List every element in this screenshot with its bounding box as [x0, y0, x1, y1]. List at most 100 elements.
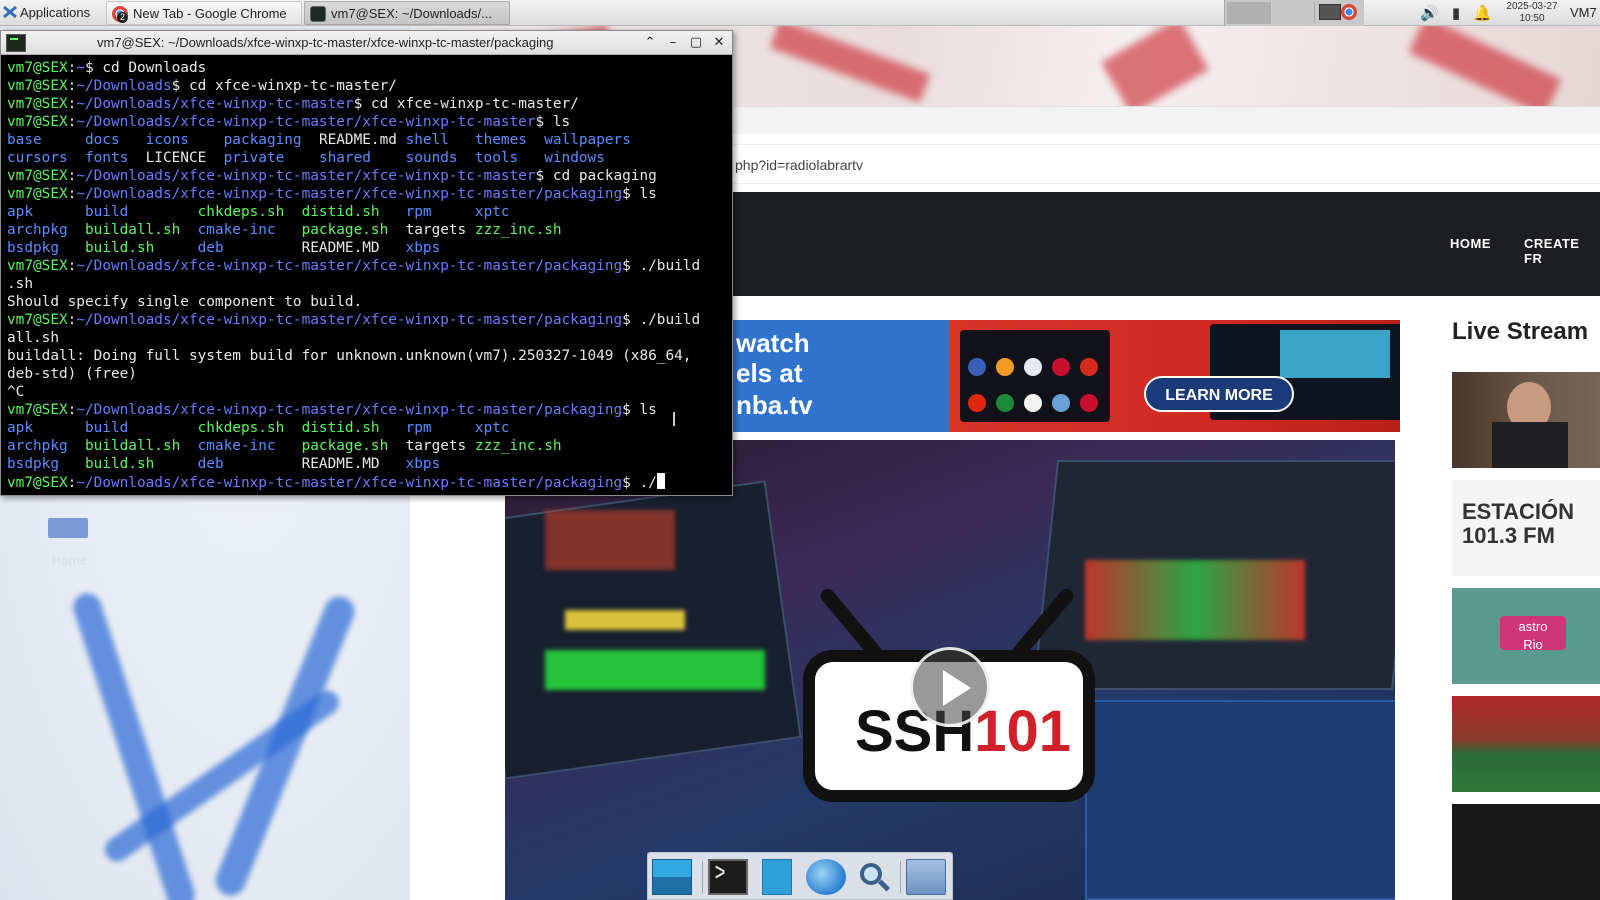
web-browser-icon[interactable] — [806, 859, 846, 895]
terminal-line: all.sh — [7, 329, 729, 347]
folder-icon[interactable] — [906, 859, 946, 895]
applications-label[interactable]: Applications — [20, 0, 90, 26]
terminal-line: Should specify single component to build… — [7, 293, 729, 311]
ls-entry: package.sh — [301, 222, 389, 238]
ls-entry: README.md — [318, 132, 397, 148]
ls-entry: xptc — [474, 204, 510, 220]
ls-gap — [128, 204, 197, 220]
prompt-user: vm7@SEX — [7, 402, 68, 418]
ls-entry: README.MD — [301, 240, 380, 256]
prompt-command: ./ — [639, 475, 657, 491]
xfce-mouse-icon — [3, 5, 17, 19]
prompt-command: cd Downloads — [102, 60, 207, 76]
ls-gap — [284, 150, 319, 166]
stream-thumb-2[interactable]: ESTACIÓN 101.3 FM — [1452, 480, 1600, 576]
command-output: Should specify single component to build… — [7, 294, 363, 310]
terminal-line: vm7@SEX:~/Downloads/xfce-winxp-tc-master… — [7, 113, 729, 131]
ls-gap — [432, 420, 475, 436]
terminal-launcher-icon[interactable] — [708, 859, 748, 895]
user-menu[interactable]: VM7 — [1570, 0, 1597, 26]
terminal-titlebar[interactable]: vm7@SEX: ~/Downloads/xfce-winxp-tc-maste… — [1, 31, 732, 55]
terminal-window-icon[interactable] — [6, 34, 26, 52]
ls-entry: icons — [145, 132, 189, 148]
terminal-output[interactable]: vm7@SEX:~$ cd Downloads vm7@SEX:~/Downloa… — [7, 59, 729, 491]
ls-gap — [59, 240, 85, 256]
ls-gap — [458, 150, 475, 166]
terminal-line: bsdpkg build.sh deb README.MD xbps — [7, 455, 729, 473]
stream-thumb-1[interactable] — [1452, 372, 1600, 468]
terminal-cursor — [656, 473, 665, 489]
ls-entry: deb — [197, 240, 224, 256]
astro-badge: astro Rio — [1500, 616, 1566, 652]
prompt-command: ls — [639, 402, 657, 418]
top-panel: Applications 2 New Tab - Google Chrome v… — [0, 0, 1600, 26]
terminal-line: archpkg buildall.sh cmake-inc package.sh… — [7, 221, 729, 239]
ls-gap — [180, 222, 197, 238]
ad-text-panel: watch els at nba.tv — [730, 320, 950, 432]
video-player[interactable]: SSH101 — [505, 440, 1395, 900]
volume-icon[interactable]: 🔊 — [1420, 4, 1439, 22]
ls-entry: zzz_inc.sh — [474, 222, 562, 238]
ls-gap — [154, 456, 197, 472]
ls-entry: rpm — [405, 204, 432, 220]
ls-entry: cmake-inc — [197, 222, 276, 238]
clock[interactable]: 2025-03-27 10:50 — [1502, 1, 1562, 25]
ls-gap — [397, 132, 406, 148]
prompt-symbol: $ — [622, 258, 640, 274]
prompt-user: vm7@SEX — [7, 168, 68, 184]
applications-menu[interactable]: Applications — [0, 0, 104, 26]
terminal-line: bsdpkg build.sh deb README.MD xbps — [7, 239, 729, 257]
ad-banner[interactable]: watch els at nba.tv LEARN MORE — [730, 320, 1400, 432]
stream-thumb-5[interactable] — [1452, 804, 1600, 900]
file-manager-icon[interactable] — [762, 859, 792, 895]
ls-entry: windows — [544, 150, 605, 166]
terminal-line: ^C — [7, 383, 729, 401]
terminal-window[interactable]: vm7@SEX: ~/Downloads/xfce-winxp-tc-maste… — [0, 30, 733, 496]
home-folder-label[interactable]: Home — [52, 554, 87, 568]
ls-entry: apk — [7, 420, 33, 436]
ls-gap — [527, 132, 544, 148]
ls-gap — [224, 456, 302, 472]
prompt-command: ls — [639, 186, 657, 202]
prompt-user: vm7@SEX — [7, 186, 68, 202]
prompt-user: vm7@SEX — [7, 114, 68, 130]
prompt-command: cd xfce-winxp-tc-master/ — [188, 78, 397, 94]
clock-time: 10:50 — [1519, 13, 1545, 24]
prompt-user: vm7@SEX — [7, 60, 68, 76]
close-button[interactable]: ✕ — [710, 34, 728, 52]
text-cursor-ibeam — [673, 412, 675, 426]
workspace-switcher[interactable] — [1224, 0, 1364, 26]
home-folder-icon[interactable] — [48, 518, 88, 538]
ls-entry: targets — [405, 222, 467, 238]
shade-button[interactable]: ⌃ — [641, 34, 659, 52]
prompt-symbol: $ — [85, 60, 103, 76]
url-text[interactable]: php?id=radiolabrartv — [735, 157, 863, 173]
stream-thumb-4[interactable] — [1452, 696, 1600, 792]
show-desktop-icon[interactable] — [652, 859, 692, 895]
prompt-symbol: $ — [171, 78, 189, 94]
taskbar-terminal[interactable]: vm7@SEX: ~/Downloads/... — [304, 1, 510, 25]
minimize-button[interactable]: – — [664, 34, 682, 52]
ls-entry: zzz_inc.sh — [474, 438, 562, 454]
nav-home-link[interactable]: HOME — [1450, 236, 1491, 251]
logo-text-101: 101 — [974, 699, 1072, 764]
ls-entry: distid.sh — [301, 420, 380, 436]
ls-entry: private — [223, 150, 285, 166]
taskbar-chrome[interactable]: 2 New Tab - Google Chrome — [106, 1, 302, 25]
battery-icon[interactable]: ▮ — [1447, 4, 1465, 22]
ls-entry: chkdeps.sh — [197, 420, 285, 436]
play-button[interactable] — [910, 647, 990, 727]
ls-entry: packaging — [223, 132, 302, 148]
terminal-line: vm7@SEX:~/Downloads/xfce-winxp-tc-master… — [7, 473, 729, 491]
stream-thumb-3[interactable]: astro Rio — [1452, 588, 1600, 684]
ad-learn-more-button[interactable]: LEARN MORE — [1144, 376, 1294, 412]
nav-create-link[interactable]: CREATE FR — [1524, 236, 1600, 266]
ls-entry: buildall.sh — [84, 438, 181, 454]
ls-gap — [206, 150, 223, 166]
maximize-button[interactable]: ▢ — [687, 34, 705, 52]
notification-bell-icon[interactable]: 🔔 — [1473, 4, 1492, 22]
search-icon[interactable] — [854, 859, 894, 895]
ls-entry: archpkg — [7, 438, 68, 454]
prompt-path: ~/Downloads/xfce-winxp-tc-master/xfce-wi… — [76, 168, 536, 184]
terminal-line: vm7@SEX:~/Downloads/xfce-winxp-tc-master… — [7, 167, 729, 185]
